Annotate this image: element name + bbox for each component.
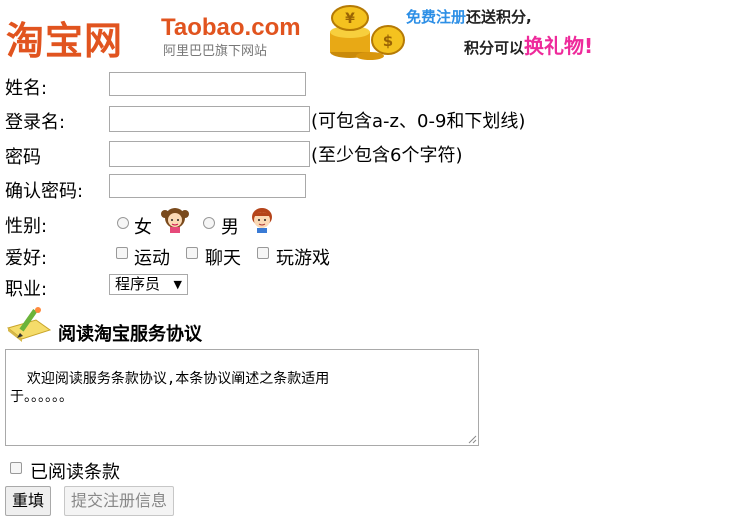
agree-label: 已阅读条款 bbox=[30, 462, 120, 483]
banner-points-text: 积分可以 bbox=[464, 39, 525, 57]
name-input[interactable] bbox=[109, 72, 306, 96]
job-label: 职业: bbox=[5, 279, 48, 300]
password-input[interactable] bbox=[109, 141, 310, 167]
hobby-label: 爱好: bbox=[5, 248, 48, 269]
agreement-text: 欢迎阅读服务条款协议,本条协议阐述之条款适用 于。。。。。。 bbox=[10, 371, 330, 405]
boy-avatar-icon bbox=[252, 208, 272, 233]
svg-text:$: $ bbox=[383, 32, 393, 50]
gender-male-label: 男 bbox=[221, 217, 239, 238]
login-input[interactable] bbox=[109, 106, 310, 132]
agree-checkbox[interactable] bbox=[10, 462, 22, 474]
logo-subtitle: 阿里巴巴旗下网站 bbox=[163, 44, 268, 59]
login-label: 登录名: bbox=[5, 112, 66, 133]
name-label: 姓名: bbox=[5, 78, 48, 99]
hobby-chat-checkbox[interactable] bbox=[186, 247, 198, 259]
gender-female-label: 女 bbox=[134, 217, 152, 238]
resize-handle-icon[interactable] bbox=[467, 434, 477, 444]
login-hint: (可包含a-z、0-9和下划线) bbox=[311, 111, 526, 132]
gender-male-radio[interactable] bbox=[203, 217, 215, 229]
agreement-textarea[interactable]: 欢迎阅读服务条款协议,本条协议阐述之条款适用 于。。。。。。 bbox=[5, 349, 479, 446]
password-hint: (至少包含6个字符) bbox=[311, 145, 463, 166]
gender-label: 性别: bbox=[5, 216, 48, 237]
dropdown-arrow-icon: ▼ bbox=[173, 278, 182, 291]
banner-free-register: 免费注册 bbox=[406, 8, 467, 26]
job-selected-value: 程序员 bbox=[115, 275, 161, 293]
banner-line-1: 免费注册还送积分, bbox=[406, 6, 532, 27]
svg-text:¥: ¥ bbox=[345, 11, 355, 27]
banner-exclaim: ! bbox=[584, 34, 594, 58]
hobby-sports-checkbox[interactable] bbox=[116, 247, 128, 259]
hobby-chat-label: 聊天 bbox=[205, 248, 241, 269]
logo-english-text: Taobao.com bbox=[161, 14, 301, 41]
girl-avatar-icon bbox=[161, 208, 189, 233]
hobby-sports-label: 运动 bbox=[134, 248, 170, 269]
taobao-logo: 淘宝网 Taobao.com 阿里巴巴旗下网站 bbox=[6, 8, 306, 63]
confirm-password-input[interactable] bbox=[109, 174, 306, 198]
banner-line-2: 积分可以换礼物! bbox=[464, 30, 593, 59]
promo-banner: ¥ $ 免费注册还送积分, 积分可以换礼物! bbox=[328, 2, 628, 62]
agreement-title: 阅读淘宝服务协议 bbox=[58, 324, 202, 345]
logo-chinese-text: 淘宝网 bbox=[6, 19, 124, 63]
banner-gift-text: 换礼物 bbox=[524, 34, 585, 58]
submit-button[interactable]: 提交注册信息 bbox=[64, 486, 175, 516]
reset-button[interactable]: 重填 bbox=[5, 486, 52, 516]
gender-female-radio[interactable] bbox=[117, 217, 129, 229]
hobby-games-label: 玩游戏 bbox=[276, 248, 330, 269]
pencil-notebook-icon bbox=[6, 307, 52, 342]
confirm-password-label: 确认密码: bbox=[5, 181, 84, 202]
gold-coins-icon: ¥ $ bbox=[330, 5, 405, 60]
hobby-games-checkbox[interactable] bbox=[257, 247, 269, 259]
job-select[interactable]: 程序员 ▼ bbox=[109, 274, 188, 295]
banner-bonus-text: 还送积分, bbox=[466, 8, 532, 26]
password-label: 密码 bbox=[5, 147, 41, 168]
